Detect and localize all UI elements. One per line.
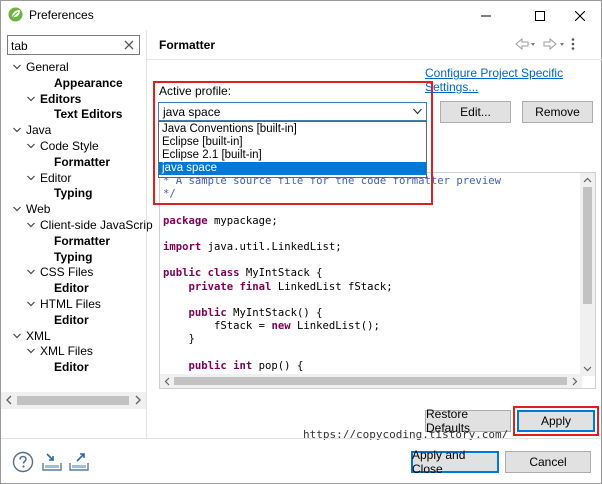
tree-item[interactable]: General	[26, 59, 69, 75]
import-icon[interactable]	[41, 451, 63, 473]
tree-item[interactable]: Editor	[54, 359, 89, 375]
code-line: package mypackage;	[163, 214, 278, 227]
tree-item[interactable]: Appearance	[54, 75, 123, 91]
tree-item[interactable]: Typing	[54, 185, 92, 201]
cancel-button[interactable]: Cancel	[505, 451, 591, 473]
expanded-chevron-icon[interactable]	[26, 220, 36, 230]
spring-leaf-icon	[8, 7, 23, 22]
apply-and-close-button[interactable]: Apply and Close	[411, 448, 499, 476]
tree-item[interactable]: Text Editors	[54, 106, 122, 122]
window-title: Preferences	[29, 8, 94, 22]
tree-item[interactable]: HTML Files	[40, 296, 101, 312]
scrollbar-thumb[interactable]	[583, 187, 592, 304]
remove-profile-button[interactable]: Remove	[522, 101, 593, 123]
watermark-url: https://copycoding.tistory.com/	[303, 428, 509, 441]
expanded-chevron-icon[interactable]	[12, 331, 22, 341]
code-line: }	[163, 333, 195, 346]
expanded-chevron-icon[interactable]	[26, 299, 36, 309]
export-icon[interactable]	[68, 451, 90, 473]
title-bar: Preferences	[1, 1, 601, 30]
code-line: public MyIntStack() {	[188, 306, 323, 319]
tree-item[interactable]: Code Style	[40, 138, 99, 154]
scroll-right-icon[interactable]	[570, 377, 579, 386]
code-line: fStack = new LinkedList();	[163, 320, 380, 333]
expanded-chevron-icon[interactable]	[26, 173, 36, 183]
back-arrow-icon[interactable]	[515, 37, 529, 51]
help-icon[interactable]	[12, 451, 34, 473]
code-line: private final LinkedList fStack;	[188, 280, 393, 293]
page-navigation	[515, 37, 575, 51]
preview-vertical-scrollbar[interactable]	[580, 173, 595, 376]
scrollbar-thumb[interactable]	[17, 396, 129, 405]
scroll-down-icon[interactable]	[583, 364, 592, 373]
preview-horizontal-scrollbar[interactable]	[160, 374, 582, 388]
filter-field[interactable]	[7, 35, 140, 55]
tree-item[interactable]: Editor	[40, 170, 71, 186]
header-separator	[147, 59, 602, 60]
tree-item[interactable]: Client-side JavaScrip	[40, 217, 153, 233]
scroll-left-icon[interactable]	[4, 395, 14, 405]
highlight-apply-box	[513, 406, 599, 436]
expanded-chevron-icon[interactable]	[12, 204, 22, 214]
tree-item[interactable]: Web	[26, 201, 50, 217]
view-menu-icon[interactable]	[571, 38, 575, 50]
tree-item[interactable]: XML Files	[40, 343, 93, 359]
tree-item[interactable]: Typing	[54, 249, 92, 265]
tree-item[interactable]: Editor	[54, 280, 89, 296]
expanded-chevron-icon[interactable]	[26, 346, 36, 356]
scroll-right-icon[interactable]	[133, 395, 143, 405]
highlight-profile-box	[153, 81, 433, 205]
expanded-chevron-icon[interactable]	[12, 125, 22, 135]
expanded-chevron-icon[interactable]	[26, 94, 36, 104]
page-title: Formatter	[159, 38, 216, 52]
tree-item[interactable]: Java	[26, 122, 51, 138]
edit-profile-button[interactable]: Edit...	[440, 101, 511, 123]
code-line: public class MyIntStack {	[163, 267, 323, 280]
maximize-icon	[535, 10, 545, 21]
code-line: public int pop() {	[188, 359, 304, 372]
code-line: import java.util.LinkedList;	[163, 240, 342, 253]
configure-project-settings-link[interactable]: Configure Project Specific Settings...	[425, 66, 602, 94]
scroll-left-icon[interactable]	[163, 377, 172, 386]
expanded-chevron-icon[interactable]	[26, 141, 36, 151]
forward-arrow-icon[interactable]	[543, 37, 557, 51]
tree-item[interactable]: Formatter	[54, 233, 110, 249]
tree-item[interactable]: Editor	[54, 312, 89, 328]
back-menu-icon[interactable]	[531, 43, 535, 46]
clear-filter-icon[interactable]	[123, 38, 135, 52]
expanded-chevron-icon[interactable]	[12, 62, 22, 72]
expanded-chevron-icon[interactable]	[26, 267, 36, 277]
minimize-button[interactable]	[463, 1, 509, 30]
scrollbar-thumb[interactable]	[174, 377, 567, 385]
tree-item[interactable]: XML	[26, 328, 51, 344]
tree-item[interactable]: CSS Files	[40, 264, 93, 280]
formatter-page: Formatter Configure Project Specific Set…	[147, 30, 602, 438]
forward-menu-icon[interactable]	[560, 43, 564, 46]
tree-horizontal-scrollbar[interactable]	[1, 392, 146, 409]
scroll-up-icon[interactable]	[583, 176, 592, 185]
close-icon	[575, 10, 585, 21]
filter-input[interactable]	[11, 38, 121, 53]
close-button[interactable]	[557, 1, 602, 30]
tree-item[interactable]: Formatter	[54, 154, 110, 170]
preferences-window: Preferences GeneralAppearanceEditorsText…	[0, 0, 602, 484]
footer-separator	[1, 438, 601, 439]
tree-item[interactable]: Editors	[40, 91, 81, 107]
minimize-icon	[481, 15, 491, 16]
preferences-navigation: GeneralAppearanceEditorsText EditorsJava…	[1, 30, 153, 438]
